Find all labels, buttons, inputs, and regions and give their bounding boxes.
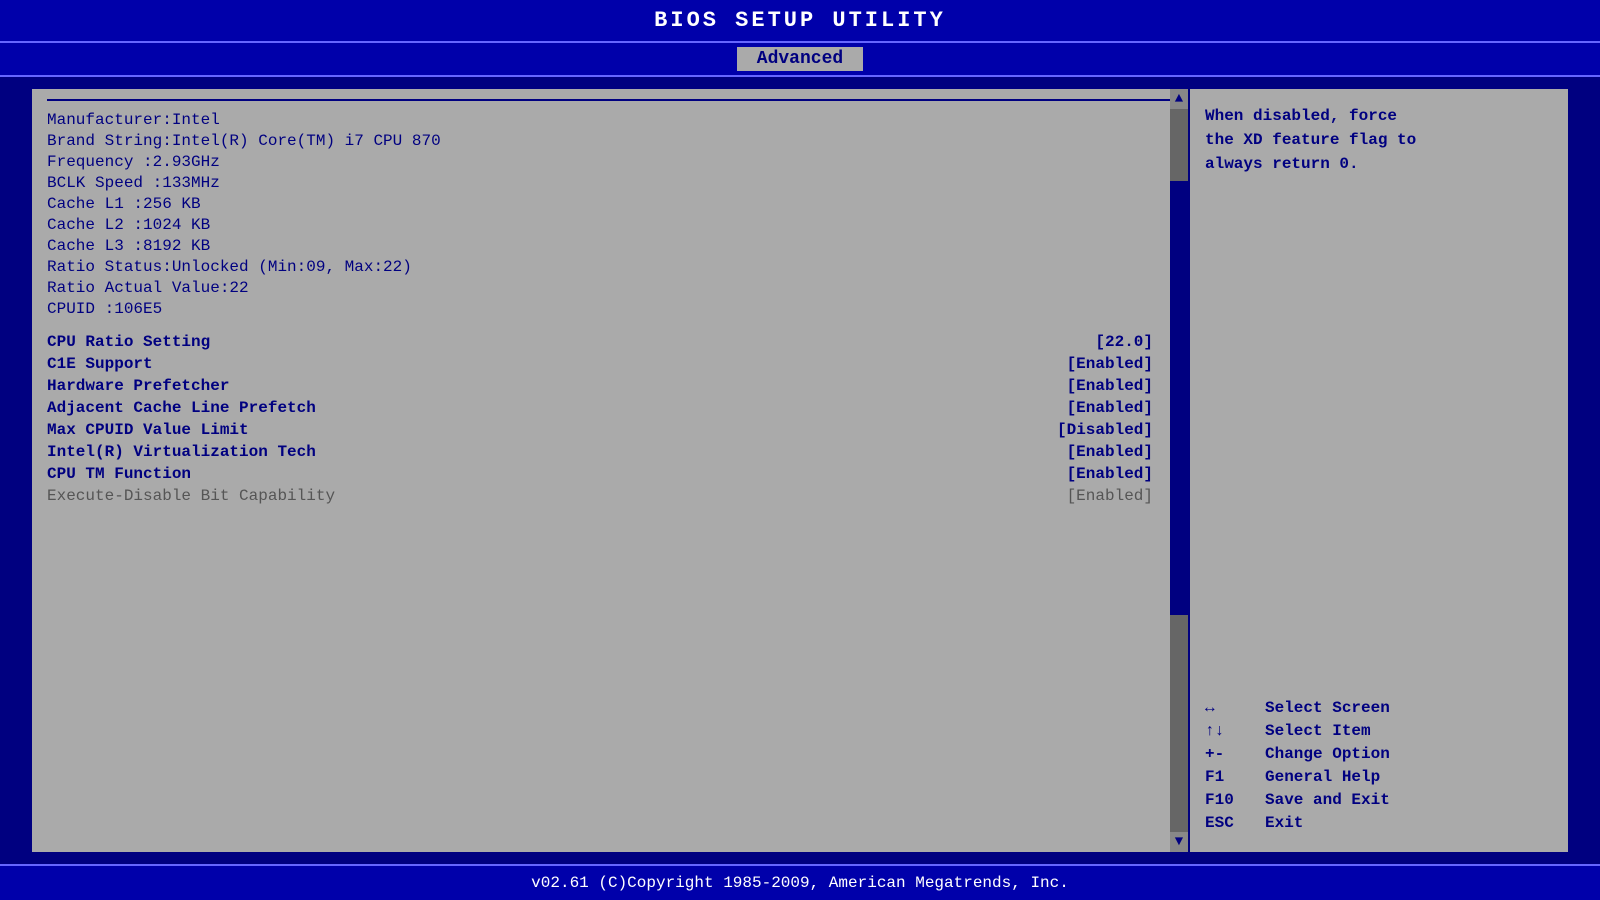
key-help-row-1: ↑↓Select Item	[1205, 722, 1553, 740]
key-help-section: ↔Select Screen↑↓Select Item+-Change Opti…	[1205, 699, 1553, 837]
setting-label-6: CPU TM Function	[47, 465, 1067, 483]
setting-row-1[interactable]: C1E Support[Enabled]	[47, 355, 1153, 373]
setting-value-6: [Enabled]	[1067, 465, 1153, 483]
setting-label-7: Execute-Disable Bit Capability	[47, 487, 1067, 505]
tab-advanced[interactable]: Advanced	[737, 47, 863, 71]
key-desc-2: Change Option	[1265, 745, 1553, 763]
setting-value-0: [22.0]	[1095, 333, 1153, 351]
key-help-row-0: ↔Select Screen	[1205, 699, 1553, 717]
title-bar: BIOS SETUP UTILITY	[0, 0, 1600, 43]
key-desc-5: Exit	[1265, 814, 1553, 832]
setting-row-2[interactable]: Hardware Prefetcher[Enabled]	[47, 377, 1153, 395]
main-content: Manufacturer:Intel Brand String:Intel(R)…	[0, 77, 1600, 864]
scrollbar[interactable]: ▲ ▼	[1170, 89, 1188, 852]
key-desc-0: Select Screen	[1265, 699, 1553, 717]
setting-value-7: [Enabled]	[1067, 487, 1153, 505]
right-panel: When disabled, force the XD feature flag…	[1190, 87, 1570, 854]
setting-row-4[interactable]: Max CPUID Value Limit[Disabled]	[47, 421, 1153, 439]
key-help-row-3: F1General Help	[1205, 768, 1553, 786]
key-symbol-5: ESC	[1205, 814, 1265, 832]
info-manufacturer: Manufacturer:Intel	[47, 111, 1153, 129]
info-ratio-status: Ratio Status:Unlocked (Min:09, Max:22)	[47, 258, 1153, 276]
setting-row-5[interactable]: Intel(R) Virtualization Tech[Enabled]	[47, 443, 1153, 461]
left-panel: Manufacturer:Intel Brand String:Intel(R)…	[30, 87, 1190, 854]
top-divider	[47, 99, 1173, 101]
setting-label-4: Max CPUID Value Limit	[47, 421, 1057, 439]
scrollbar-thumb[interactable]	[1170, 181, 1188, 615]
info-cpuid: CPUID :106E5	[47, 300, 1153, 318]
scroll-up-arrow[interactable]: ▲	[1173, 89, 1185, 109]
settings-section: CPU Ratio Setting[22.0]C1E Support[Enabl…	[47, 333, 1173, 505]
setting-label-2: Hardware Prefetcher	[47, 377, 1067, 395]
setting-label-5: Intel(R) Virtualization Tech	[47, 443, 1067, 461]
key-desc-3: General Help	[1265, 768, 1553, 786]
bios-screen: BIOS SETUP UTILITY Advanced Manufacturer…	[0, 0, 1600, 900]
info-brand: Brand String:Intel(R) Core(TM) i7 CPU 87…	[47, 132, 1153, 150]
scrollbar-track[interactable]	[1170, 109, 1188, 832]
setting-label-0: CPU Ratio Setting	[47, 333, 1095, 351]
key-desc-4: Save and Exit	[1265, 791, 1553, 809]
setting-value-4: [Disabled]	[1057, 421, 1153, 439]
setting-label-1: C1E Support	[47, 355, 1067, 373]
footer-text: v02.61 (C)Copyright 1985-2009, American …	[531, 874, 1069, 892]
key-symbol-4: F10	[1205, 791, 1265, 809]
key-symbol-3: F1	[1205, 768, 1265, 786]
info-cache-l2: Cache L2 :1024 KB	[47, 216, 1153, 234]
setting-row-6[interactable]: CPU TM Function[Enabled]	[47, 465, 1153, 483]
setting-value-1: [Enabled]	[1067, 355, 1153, 373]
key-symbol-1: ↑↓	[1205, 722, 1265, 740]
setting-row-3[interactable]: Adjacent Cache Line Prefetch[Enabled]	[47, 399, 1153, 417]
key-help-row-5: ESCExit	[1205, 814, 1553, 832]
setting-value-5: [Enabled]	[1067, 443, 1153, 461]
bios-title: BIOS SETUP UTILITY	[654, 8, 946, 33]
key-symbol-2: +-	[1205, 745, 1265, 763]
setting-value-3: [Enabled]	[1067, 399, 1153, 417]
setting-row-0[interactable]: CPU Ratio Setting[22.0]	[47, 333, 1153, 351]
key-desc-1: Select Item	[1265, 722, 1553, 740]
setting-label-3: Adjacent Cache Line Prefetch	[47, 399, 1067, 417]
help-text: When disabled, force the XD feature flag…	[1205, 104, 1553, 176]
cpu-info-section: Manufacturer:Intel Brand String:Intel(R)…	[47, 111, 1173, 318]
setting-value-2: [Enabled]	[1067, 377, 1153, 395]
scroll-down-arrow[interactable]: ▼	[1173, 832, 1185, 852]
key-help-row-2: +-Change Option	[1205, 745, 1553, 763]
footer: v02.61 (C)Copyright 1985-2009, American …	[0, 864, 1600, 900]
setting-row-7[interactable]: Execute-Disable Bit Capability[Enabled]	[47, 487, 1153, 505]
info-ratio-actual: Ratio Actual Value:22	[47, 279, 1153, 297]
info-cache-l3: Cache L3 :8192 KB	[47, 237, 1153, 255]
info-cache-l1: Cache L1 :256 KB	[47, 195, 1153, 213]
info-frequency: Frequency :2.93GHz	[47, 153, 1153, 171]
key-symbol-0: ↔	[1205, 699, 1265, 717]
key-help-row-4: F10Save and Exit	[1205, 791, 1553, 809]
info-bclk: BCLK Speed :133MHz	[47, 174, 1153, 192]
tab-bar: Advanced	[0, 43, 1600, 77]
